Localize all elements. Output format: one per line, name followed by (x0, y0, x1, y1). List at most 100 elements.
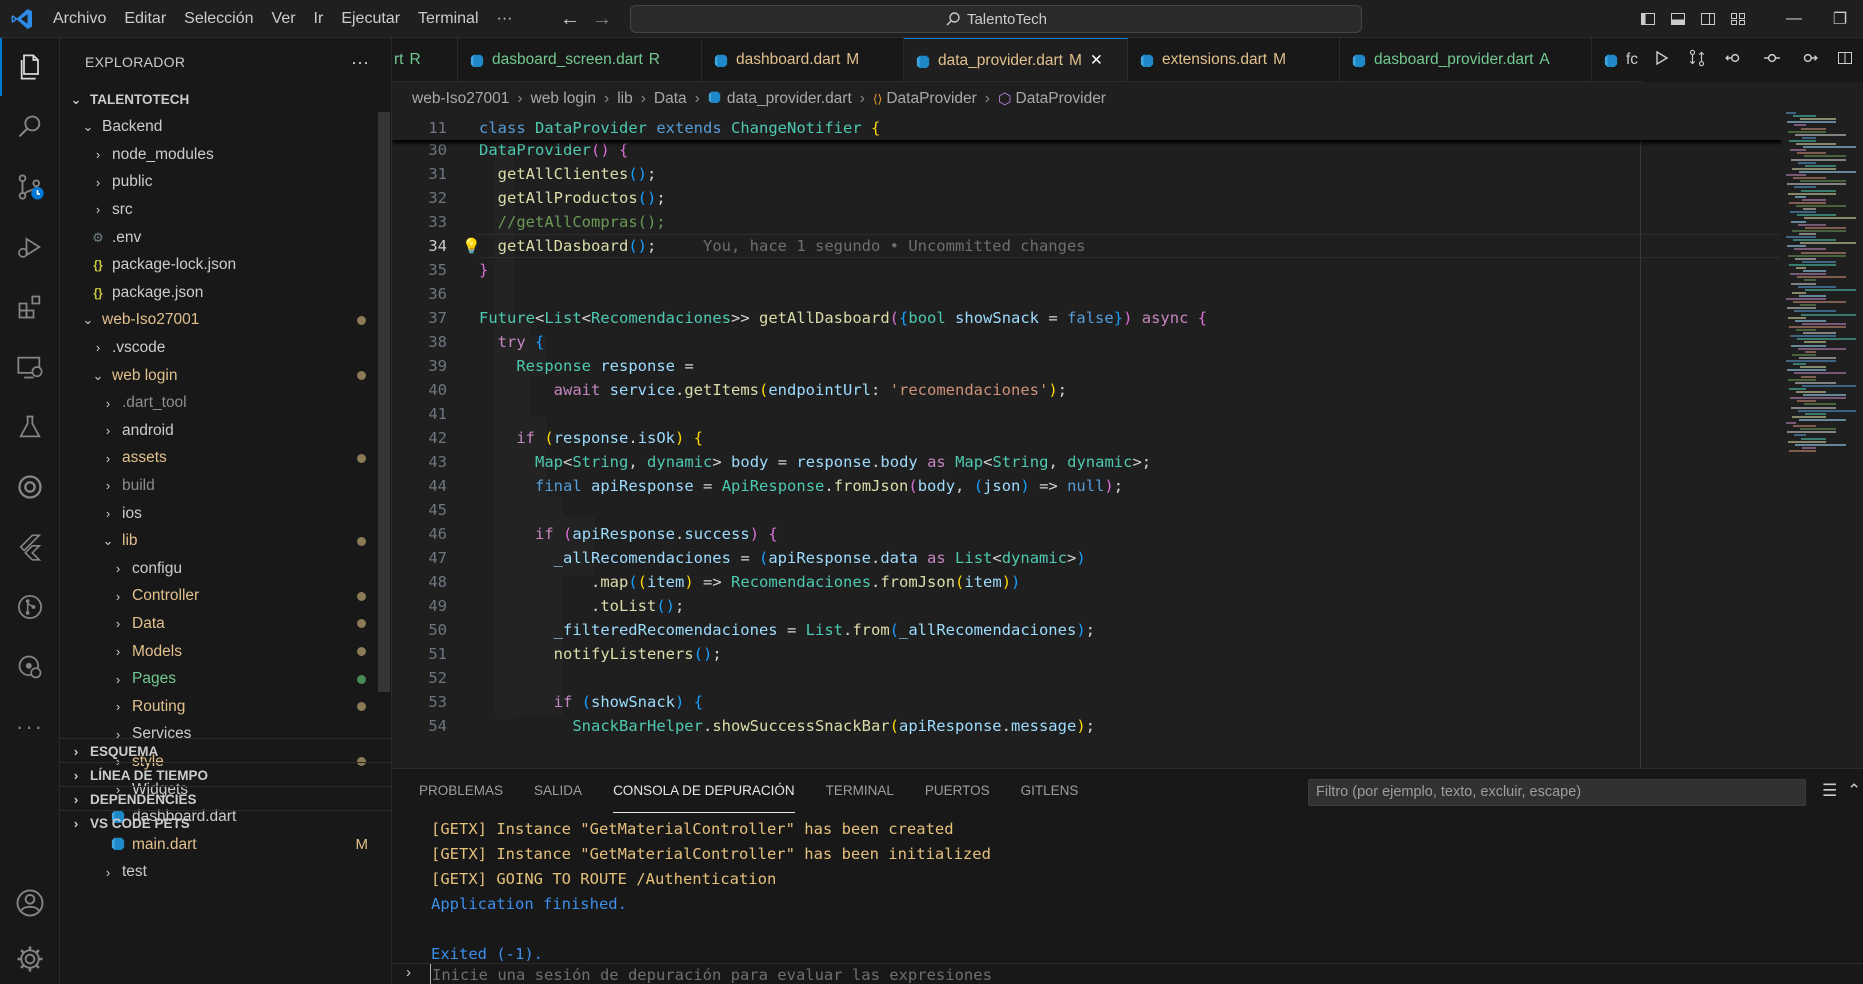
code-line[interactable]: 42 if (response.isOk) { (392, 426, 1782, 450)
breadcrumb-item[interactable]: DataProvider (886, 90, 976, 108)
breadcrumb-item[interactable]: DataProvider (1016, 90, 1106, 108)
code-line[interactable]: 38 try { (392, 330, 1782, 354)
editor-tab[interactable]: dasboard_screen.dart R (458, 38, 702, 81)
breadcrumb-item[interactable]: data_provider.dart (727, 90, 852, 108)
sidebar-scrollbar[interactable] (378, 112, 390, 692)
panel-tab[interactable]: TERMINAL (826, 769, 894, 813)
manage-gear-icon[interactable] (0, 930, 60, 984)
minimap[interactable] (1782, 110, 1863, 768)
code-line[interactable]: 32 getAllProductos(); (392, 186, 1782, 210)
tree-item[interactable]: › Models (60, 638, 380, 665)
debug-console-filter-input[interactable]: Filtro (por ejemplo, texto, excluir, esc… (1308, 779, 1806, 806)
command-center-search[interactable]: TalentoTech (630, 5, 1362, 33)
sidebar-section-4[interactable]: › VS CODE PETS (60, 810, 380, 837)
code-line[interactable]: 41 (392, 402, 1782, 426)
code-line[interactable]: 39 Response response = (392, 354, 1782, 378)
source-control-icon[interactable] (0, 158, 60, 216)
code-line[interactable]: 37 Future<List<Recomendaciones>> getAllDa… (392, 306, 1782, 330)
tree-item[interactable]: › node_modules (60, 141, 380, 168)
code-line[interactable]: 34 💡 getAllDasboard(); You, hace 1 segund… (392, 234, 1782, 258)
chevron-up-icon[interactable]: ⌃ (1847, 781, 1861, 801)
toggle-secondary-sidebar-icon[interactable] (1693, 0, 1723, 38)
explorer-more-actions-icon[interactable]: ··· (351, 52, 369, 73)
run-debug-icon[interactable] (0, 218, 60, 276)
toggle-panel-icon[interactable] (1663, 0, 1693, 38)
tree-item[interactable]: › Routing (60, 693, 380, 720)
compare-changes-icon[interactable] (1688, 49, 1706, 71)
tree-item[interactable]: {} package.json (60, 279, 380, 306)
sidebar-section-1[interactable]: › ESQUEMA (60, 738, 380, 765)
tree-item[interactable]: › build (60, 472, 380, 499)
breadcrumb-item[interactable]: web-Iso27001 (412, 90, 509, 108)
tree-item[interactable]: › public (60, 169, 380, 196)
debug-repl-row[interactable]: › Inicie una sesión de depuración para e… (392, 963, 1863, 984)
code-line[interactable]: 43 Map<String, dynamic> body = response.… (392, 450, 1782, 474)
code-line[interactable]: 30 DataProvider() { (392, 138, 1782, 162)
tree-item[interactable]: › .vscode (60, 334, 380, 361)
breadcrumb-item[interactable]: lib (617, 90, 633, 108)
tree-item[interactable]: ⌄ TALENTOTECH (60, 86, 380, 113)
accounts-icon[interactable] (0, 874, 60, 932)
panel-tab[interactable]: SALIDA (534, 769, 582, 813)
breadcrumb-item[interactable]: Data (654, 90, 687, 108)
git-graph-icon[interactable] (0, 578, 60, 636)
code-line[interactable]: 45 (392, 498, 1782, 522)
code-line[interactable]: 49 .toList(); (392, 594, 1782, 618)
more-views-icon[interactable]: ··· (0, 698, 60, 756)
menu-item[interactable]: Ir (305, 0, 333, 38)
extensions-icon[interactable] (0, 278, 60, 336)
code-line[interactable]: 51 notifyListeners(); (392, 642, 1782, 666)
menu-item[interactable]: Terminal (409, 0, 487, 38)
lightbulb-icon[interactable]: 💡 (462, 234, 481, 258)
repl-input[interactable]: Inicie una sesión de depuración para eva… (430, 964, 992, 984)
menu-item[interactable]: Selección (175, 0, 262, 38)
menu-item[interactable]: Ejecutar (332, 0, 409, 38)
tree-item[interactable]: › android (60, 417, 380, 444)
panel-tab[interactable]: CONSOLA DE DEPURACIÓN (613, 769, 795, 813)
code-line[interactable]: 53 if (showSnack) { (392, 690, 1782, 714)
gitlens-icon[interactable] (0, 458, 60, 516)
menu-item[interactable]: Editar (115, 0, 175, 38)
code-line[interactable]: 40 await service.getItems(endpointUrl: '… (392, 378, 1782, 402)
previous-revision-icon[interactable] (1725, 49, 1743, 71)
code-line[interactable]: 48 .map((item) => Recomendaciones.fromJs… (392, 570, 1782, 594)
code-line[interactable]: 50 _filteredRecomendaciones = List.from(… (392, 618, 1782, 642)
code-line[interactable]: 33 //getAllCompras(); (392, 210, 1782, 234)
code-line[interactable]: 31 getAllClientes(); (392, 162, 1782, 186)
tree-item[interactable]: ⌄ Backend (60, 114, 380, 141)
editor-tab[interactable]: extensions.dart M (1128, 38, 1340, 81)
sidebar-section-3[interactable]: › DEPENDENCIES (60, 786, 380, 813)
toggle-primary-sidebar-icon[interactable] (1633, 0, 1663, 38)
forward-arrow-icon[interactable]: → (592, 8, 612, 31)
code-line[interactable]: 52 (392, 666, 1782, 690)
sticky-scroll-header[interactable]: 11 class DataProvider extends ChangeNotif… (392, 116, 1782, 140)
commit-icon[interactable] (1763, 49, 1781, 71)
explorer-icon[interactable] (0, 38, 60, 96)
tree-item[interactable]: ⌄ lib (60, 528, 380, 555)
code-line[interactable]: 44 final apiResponse = ApiResponse.fromJ… (392, 474, 1782, 498)
menu-item[interactable]: Archivo (44, 0, 115, 38)
split-editor-icon[interactable] (1837, 50, 1853, 70)
back-arrow-icon[interactable]: ← (560, 8, 580, 31)
tree-item[interactable]: ⚙ .env (60, 224, 380, 251)
menu-item[interactable]: Ver (263, 0, 305, 38)
flutter-icon[interactable] (0, 518, 60, 576)
tree-item[interactable]: › configu (60, 555, 380, 582)
testing-icon[interactable] (0, 398, 60, 456)
tree-item[interactable]: › src (60, 196, 380, 223)
tree-item[interactable]: ⌄ web login (60, 362, 380, 389)
tree-item[interactable]: › Controller (60, 583, 380, 610)
breadcrumb-item[interactable]: web login (531, 90, 597, 108)
run-play-icon[interactable] (1653, 50, 1669, 70)
tree-item[interactable]: ⌄ web-Iso27001 (60, 307, 380, 334)
sidebar-section-2[interactable]: › LÍNEA DE TIEMPO (60, 762, 380, 789)
panel-tab[interactable]: PROBLEMAS (419, 769, 503, 813)
code-line[interactable]: 35} (392, 258, 1782, 282)
tree-item[interactable]: › assets (60, 445, 380, 472)
editor-tab[interactable]: dashboard.dart M (702, 38, 904, 81)
customize-layout-icon[interactable] (1723, 0, 1753, 38)
panel-tab[interactable]: PUERTOS (925, 769, 990, 813)
remote-explorer-icon[interactable] (0, 338, 60, 396)
code-line[interactable]: 36 (392, 282, 1782, 306)
code-line[interactable]: 47 _allRecomendaciones = (apiResponse.da… (392, 546, 1782, 570)
